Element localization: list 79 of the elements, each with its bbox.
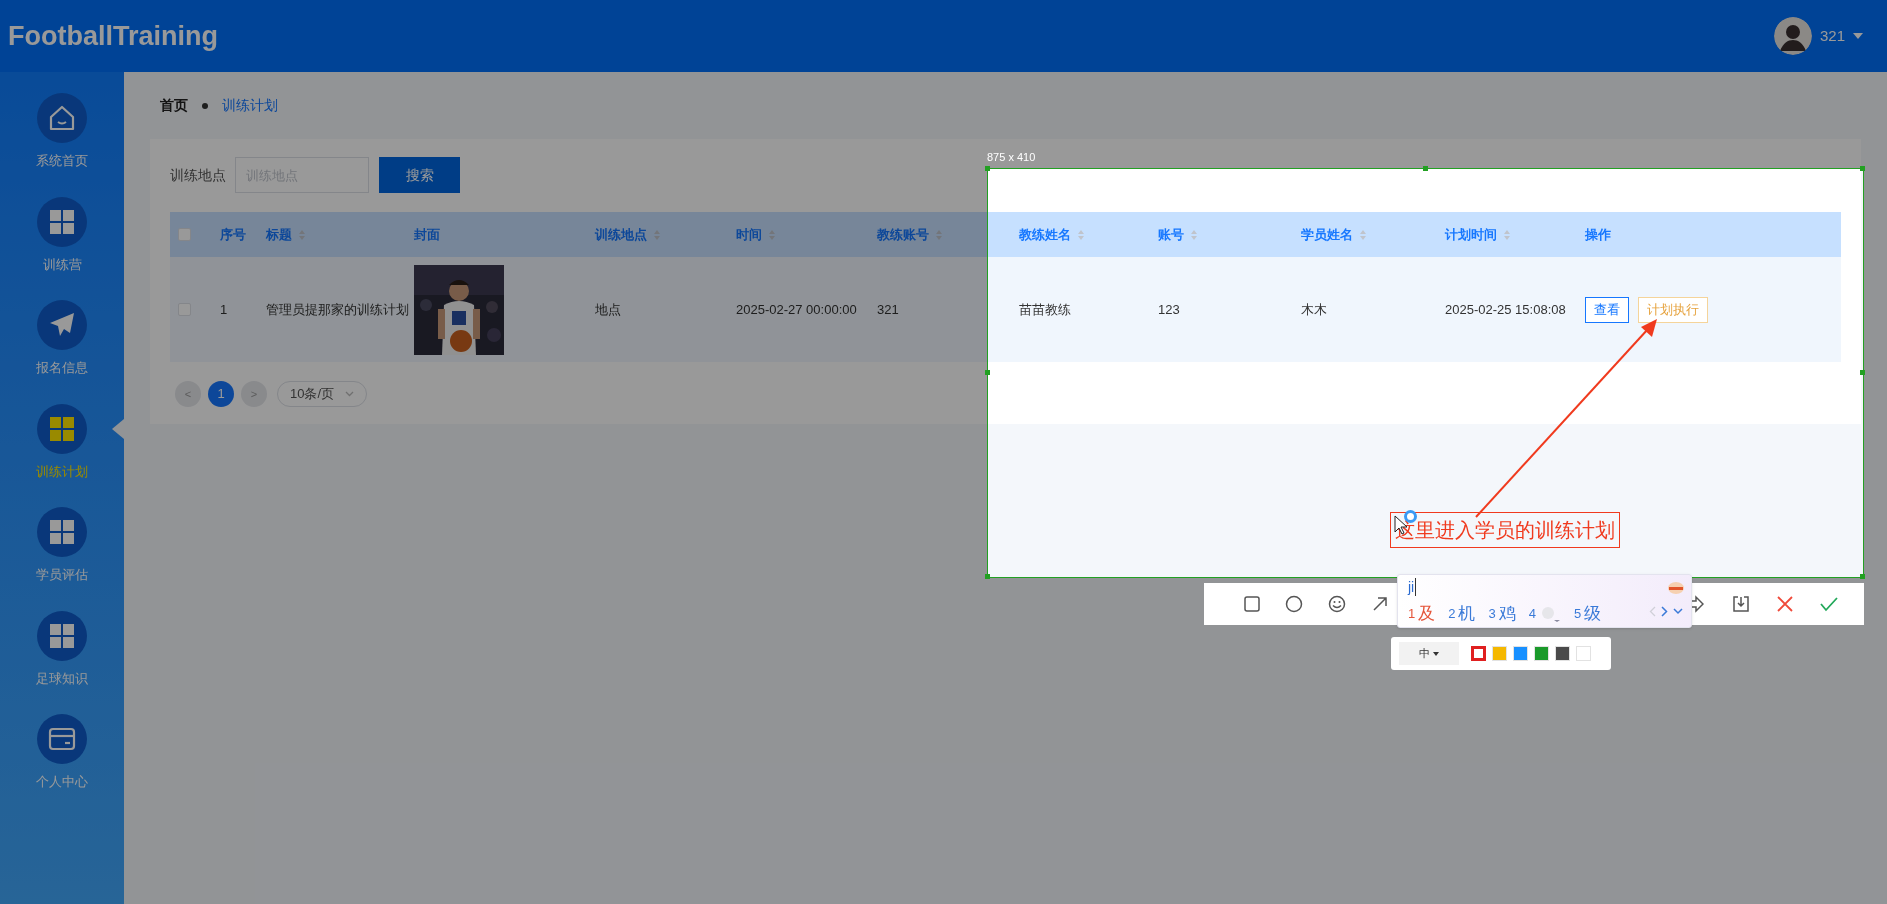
column-title[interactable]: 教练账号 [877, 224, 929, 245]
column-header[interactable]: 教练账号 [877, 224, 943, 245]
column-title[interactable]: 封面 [414, 224, 440, 245]
sidebar-item[interactable]: 报名信息 [0, 300, 124, 404]
column-title[interactable]: 教练姓名 [1019, 224, 1071, 245]
rectangle-tool-icon[interactable] [1243, 595, 1261, 613]
sidebar-item[interactable]: 训练计划 [0, 403, 124, 507]
color-swatch[interactable] [1471, 646, 1486, 661]
chevron-down-icon[interactable] [1673, 606, 1683, 617]
grid-icon [48, 414, 76, 443]
smiley-icon[interactable] [1328, 595, 1346, 613]
arrow-tool-icon[interactable] [1371, 595, 1389, 613]
size-select[interactable]: 中 [1399, 642, 1459, 665]
app-logo: FootballTraining [8, 19, 218, 53]
column-title[interactable]: 时间 [736, 224, 762, 245]
column-title[interactable]: 标题 [266, 224, 292, 245]
close-icon[interactable] [1776, 595, 1794, 613]
table-cell-text: 321 [877, 300, 899, 319]
table-cell-text: 管理员提那家的训练计划 [266, 300, 409, 319]
ellipse-tool-icon[interactable] [1285, 595, 1303, 613]
column-title[interactable]: 计划时间 [1445, 224, 1497, 245]
breadcrumb-separator [202, 102, 208, 109]
table-cell-text: 123 [1158, 300, 1180, 319]
annotation-arrow[interactable] [1475, 319, 1657, 518]
grid-icon [48, 518, 76, 546]
sidebar-item[interactable]: 足球知识 [0, 610, 124, 714]
avatar[interactable] [1773, 17, 1812, 55]
search-button[interactable]: 搜索 [379, 157, 460, 193]
previous-page-button[interactable]: < [175, 381, 201, 407]
checkbox[interactable] [178, 228, 191, 241]
ime-input[interactable]: ji [1408, 578, 1417, 596]
table-cell-text: 1 [220, 300, 228, 319]
table-cell-text: 2025-02-25 15:08:08 [1445, 300, 1566, 319]
column-header[interactable]: 时间 [736, 224, 776, 245]
ime-candidate[interactable]: 3 鸡 [1488, 601, 1516, 627]
user-name[interactable]: 321 [1819, 24, 1845, 48]
breadcrumb-item[interactable]: 训练计划 [222, 95, 278, 116]
next-page-button[interactable]: > [241, 381, 267, 407]
ime-candidate[interactable]: 5 级 [1573, 601, 1602, 627]
table-cell-text: 2025-02-27 00:00:00 [736, 300, 857, 319]
house-icon [48, 104, 76, 132]
chevron-right-icon[interactable] [1661, 606, 1668, 617]
card-icon [48, 725, 76, 753]
column-header[interactable]: 计划时间 [1445, 224, 1511, 245]
chevron-down-icon [345, 391, 354, 397]
column-header[interactable]: 学员姓名 [1301, 224, 1367, 245]
ime-candidate[interactable]: 1 及 [1408, 601, 1436, 627]
confirm-icon[interactable] [1820, 595, 1838, 613]
grid-icon [48, 621, 76, 650]
mascot-icon [1667, 579, 1685, 595]
view-button[interactable]: 查看 [1585, 296, 1629, 323]
column-header[interactable]: 训练地点 [595, 224, 661, 245]
grid-icon [48, 207, 76, 236]
table-cell-text: 苗苗教练 [1019, 300, 1071, 319]
sidebar-item[interactable]: 个人中心 [0, 714, 124, 818]
breadcrumb-item[interactable]: 首页 [160, 95, 188, 116]
download-icon[interactable] [1732, 595, 1750, 613]
execute-button[interactable]: 计划执行 [1638, 296, 1708, 323]
ime-candidate[interactable]: 4 [1528, 604, 1561, 624]
selection-size: 875 x 410 [987, 150, 1036, 165]
ime-candidate[interactable]: 2 机 [1448, 601, 1476, 627]
column-title[interactable]: 训练地点 [595, 224, 647, 245]
search-label: 训练地点 [170, 165, 226, 185]
column-header[interactable]: 账号 [1158, 224, 1198, 245]
page-button[interactable]: 1 [208, 381, 234, 407]
caret-icon [1433, 651, 1439, 656]
sidebar-item[interactable]: 训练营 [0, 196, 124, 300]
caret-icon[interactable] [1853, 33, 1863, 39]
table-cell-text: 木木 [1301, 300, 1327, 319]
sidebar-item[interactable]: 系统首页 [0, 93, 124, 197]
column-title[interactable]: 学员姓名 [1301, 224, 1353, 245]
column-header[interactable]: 教练姓名 [1019, 224, 1085, 245]
column-title[interactable]: 操作 [1585, 224, 1611, 245]
table-cell-text: 地点 [595, 300, 621, 319]
active-indicator [112, 418, 124, 439]
column-header[interactable]: 标题 [266, 224, 306, 245]
column-title[interactable]: 账号 [1158, 224, 1184, 245]
column-title[interactable]: 序号 [220, 224, 246, 245]
sidebar-item[interactable]: 学员评估 [0, 507, 124, 611]
